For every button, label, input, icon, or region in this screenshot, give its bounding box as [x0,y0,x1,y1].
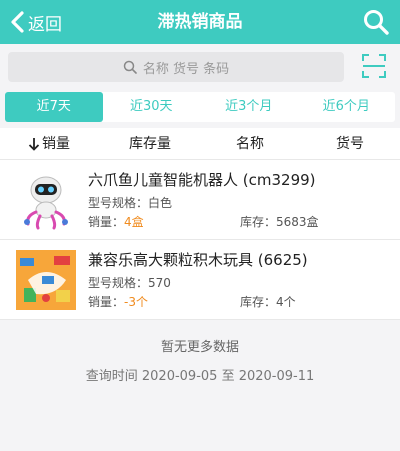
product-name: 六爪鱼儿童智能机器人 (cm3299) [88,171,316,189]
search-row: 名称 货号 条码 [0,44,400,90]
page-title: 滞热销商品 [157,12,243,32]
sort-by-name[interactable]: 名称 [236,128,264,160]
product-list: 六爪鱼儿童智能机器人 (cm3299) 型号规格：白色 销量：4盒 库存：568… [0,160,400,320]
product-sales: 销量：4盒 [88,215,144,229]
product-name: 兼容乐高大颗粒积木玩具 (6625) [88,251,308,269]
product-sales: 销量：-3个 [88,295,148,309]
sort-by-stock[interactable]: 库存量 [129,128,171,160]
product-spec: 型号规格：570 [88,276,171,290]
period-tabs: 近7天 近30天 近3个月 近6个月 [5,92,395,122]
robot-product-image [16,170,76,230]
query-time-range: 查询时间 2020-09-05 至 2020-09-11 [85,369,315,384]
top-bar: 返回 滞热销商品 [0,0,400,44]
blocks-product-image [16,250,76,310]
product-stock: 库存：5683盒 [240,215,319,229]
search-placeholder: 名称 货号 条码 [142,61,230,77]
arrow-down-icon [28,138,40,151]
search-button[interactable] [362,8,390,36]
tab-7-days[interactable]: 近7天 [5,92,103,122]
product-spec: 型号规格：白色 [88,196,173,210]
tab-3-months[interactable]: 近3个月 [200,92,298,122]
sort-header: 销量 库存量 名称 货号 [0,128,400,160]
product-stock: 库存：4个 [240,295,296,309]
tab-6-months[interactable]: 近6个月 [298,92,396,122]
tab-30-days[interactable]: 近30天 [103,92,201,122]
sales-column-label: 销量 [42,136,70,152]
scan-button[interactable] [362,54,386,78]
list-item[interactable]: 兼容乐高大颗粒积木玩具 (6625) 型号规格：570 销量：-3个 库存：4个 [0,240,400,320]
search-icon [364,10,389,35]
sort-by-code[interactable]: 货号 [336,128,364,160]
scan-icon [362,54,386,78]
list-item[interactable]: 六爪鱼儿童智能机器人 (cm3299) 型号规格：白色 销量：4盒 库存：568… [0,160,400,240]
search-icon [123,60,137,74]
list-footer: 暂无更多数据 查询时间 2020-09-05 至 2020-09-11 [0,336,400,384]
no-more-data-text: 暂无更多数据 [160,340,239,355]
sort-by-sales[interactable]: 销量 [28,128,70,160]
search-input[interactable]: 名称 货号 条码 [8,52,344,82]
